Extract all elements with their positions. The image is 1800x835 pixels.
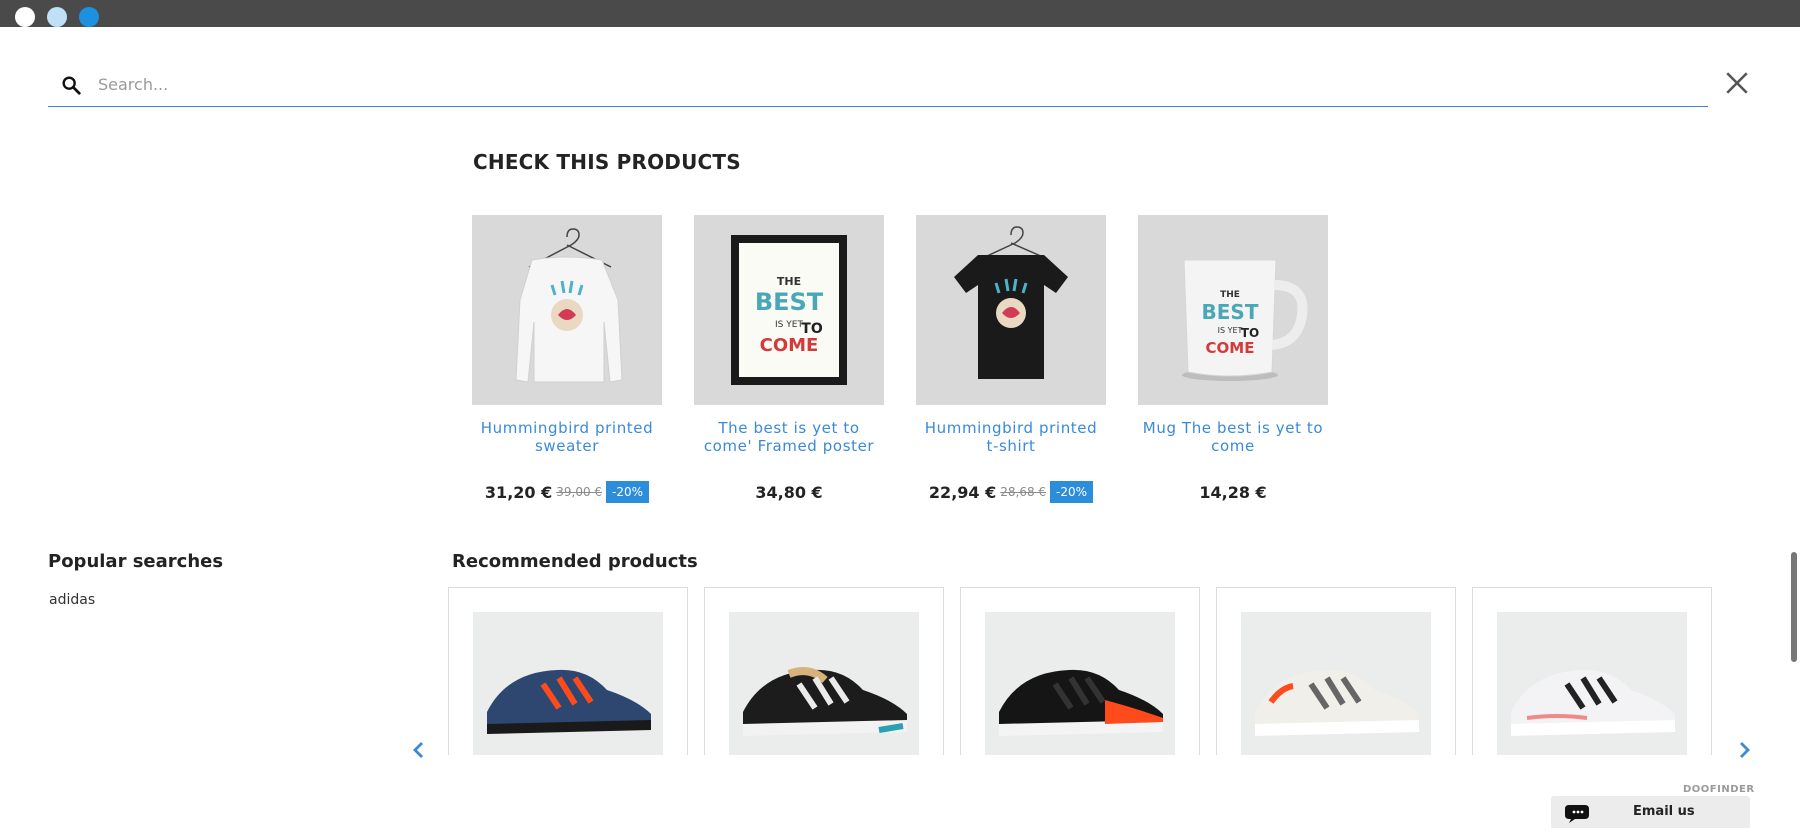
search-input[interactable] (98, 68, 1598, 100)
recommended-title: Recommended products (452, 551, 698, 572)
scrollbar-track[interactable] (1788, 27, 1800, 835)
discount-badge: -20% (606, 481, 650, 503)
shoe-image[interactable] (1241, 612, 1431, 762)
browser-topbar (0, 0, 1800, 27)
window-dot-light-blue[interactable] (47, 7, 67, 27)
product-old-price: 28,68 € (1000, 485, 1047, 499)
product-name[interactable]: Hummingbird printed sweater (472, 419, 662, 459)
product-name[interactable]: The best is yet to come' Framed poster (694, 419, 884, 459)
product-name[interactable]: Mug The best is yet to come (1138, 419, 1328, 459)
product-card[interactable]: Hummingbird printed t-shirt 22,94 € 28,6… (916, 215, 1106, 505)
product-price: 14,28 € (1199, 482, 1267, 502)
price-row: 31,20 € 39,00 € -20% (472, 479, 662, 505)
shoe-image[interactable] (1497, 612, 1687, 762)
search-icon[interactable] (60, 74, 82, 96)
poster-text-is-yet: IS YET (775, 320, 803, 330)
product-image[interactable]: THE BEST IS YET TO COME (694, 215, 884, 405)
product-old-price: 39,00 € (556, 485, 603, 499)
featured-section-title: CHECK THIS PRODUCTS (473, 150, 741, 174)
product-name[interactable]: Hummingbird printed t-shirt (916, 419, 1106, 459)
mug-text-best: BEST (1202, 300, 1259, 324)
email-us-label: Email us (1633, 804, 1695, 819)
email-us-button[interactable]: Email us (1551, 796, 1750, 828)
scrollbar-thumb[interactable] (1791, 552, 1797, 662)
mug-text-to: TO (1241, 326, 1259, 340)
mug-text-the: THE (1220, 290, 1240, 300)
product-card[interactable]: Hummingbird printed sweater 31,20 € 39,0… (472, 215, 662, 505)
product-price: 22,94 € (928, 482, 997, 502)
price-row: 22,94 € 28,68 € -20% (916, 479, 1106, 505)
price-row: 34,80 € (694, 479, 884, 505)
shoe-image[interactable] (985, 612, 1175, 762)
price-row: 14,28 € (1138, 479, 1328, 505)
mug-text-is-yet: IS YET (1218, 326, 1243, 335)
poster-text-best: BEST (755, 288, 824, 316)
product-card[interactable]: THE BEST IS YET TO COME Mug The best is … (1138, 215, 1328, 505)
window-dot-white[interactable] (15, 7, 35, 27)
poster-text-the: THE (777, 275, 801, 288)
chat-icon (1565, 805, 1589, 823)
search-bar (48, 62, 1708, 107)
product-price: 31,20 € (484, 482, 553, 502)
product-image[interactable] (916, 215, 1106, 405)
product-price: 34,80 € (755, 482, 823, 502)
poster-text-come: COME (760, 335, 819, 356)
popular-search-item[interactable]: adidas (49, 592, 95, 608)
mug-text-come: COME (1206, 339, 1255, 357)
shoe-image[interactable] (473, 612, 663, 762)
discount-badge: -20% (1050, 481, 1094, 503)
product-card[interactable]: THE BEST IS YET TO COME The best is yet … (694, 215, 884, 505)
chevron-right-icon[interactable] (1734, 740, 1754, 760)
window-dot-blue[interactable] (79, 7, 99, 27)
close-icon[interactable] (1724, 70, 1750, 96)
popular-searches-title: Popular searches (48, 551, 224, 572)
product-image[interactable]: THE BEST IS YET TO COME (1138, 215, 1328, 405)
content-clip-mask (0, 755, 1800, 835)
doofinder-logo: DOOFINDER (1683, 784, 1755, 795)
chevron-left-icon[interactable] (409, 740, 429, 760)
product-image[interactable] (472, 215, 662, 405)
shoe-image[interactable] (729, 612, 919, 762)
